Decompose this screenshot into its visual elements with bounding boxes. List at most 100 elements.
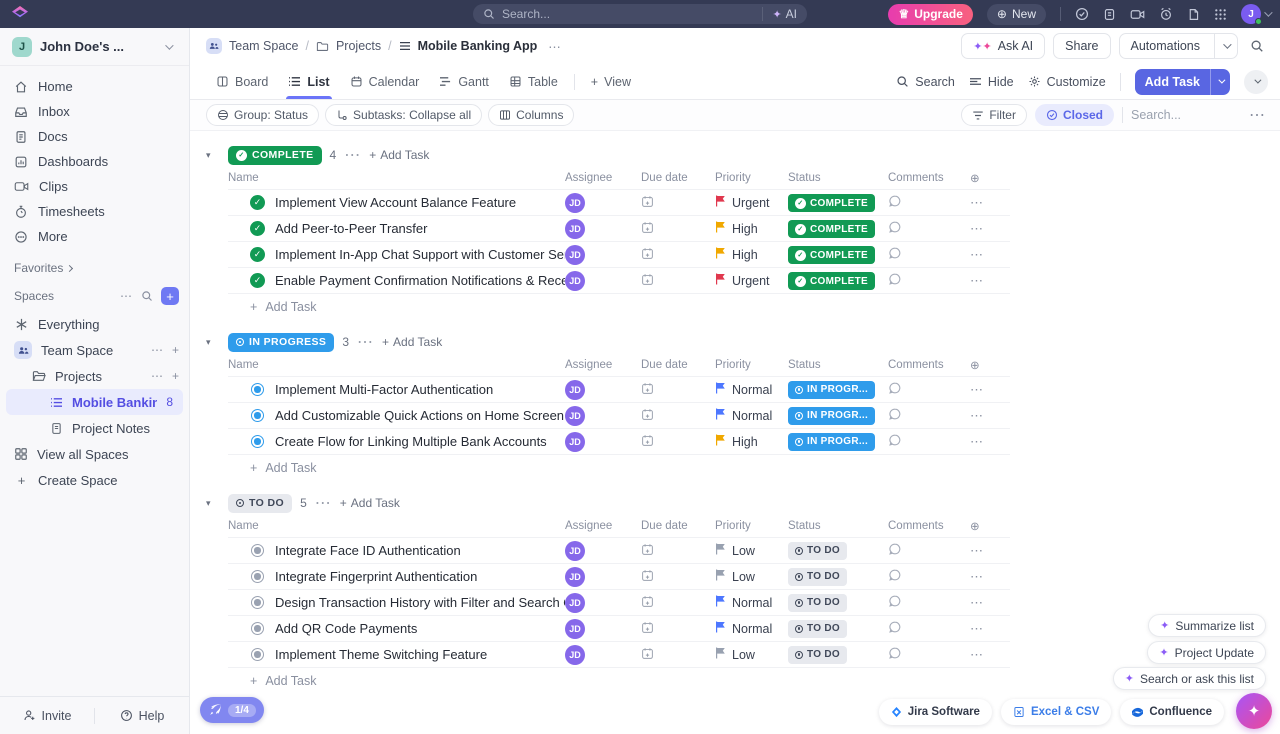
priority-cell[interactable]: Low — [715, 569, 788, 584]
clip-record-icon[interactable] — [1130, 8, 1145, 21]
jira-software-button[interactable]: Jira Software — [879, 699, 992, 725]
add-icon[interactable]: + — [172, 343, 179, 357]
more-icon[interactable]: ⋯ — [151, 369, 164, 383]
priority-cell[interactable]: Low — [715, 647, 788, 662]
due-date-icon[interactable] — [641, 248, 654, 263]
excel-csv-button[interactable]: Excel & CSV — [1001, 699, 1111, 725]
clickup-logo-icon[interactable] — [12, 6, 28, 22]
priority-cell[interactable]: High — [715, 247, 788, 262]
ai-button[interactable]: ✦AI — [762, 7, 797, 21]
task-status-todo-icon[interactable] — [250, 543, 265, 558]
row-more-icon[interactable]: ⋯ — [970, 247, 984, 263]
priority-cell[interactable]: Normal — [715, 408, 788, 423]
favorites-section[interactable]: Favorites — [0, 249, 189, 279]
sidebar-item-inbox[interactable]: Inbox — [0, 99, 189, 124]
automations-button[interactable]: Automations — [1119, 33, 1238, 59]
status-badge[interactable]: ✓COMPLETE — [788, 194, 875, 212]
reminder-clock-icon[interactable] — [1159, 7, 1173, 21]
status-badge[interactable]: IN PROGR... — [788, 433, 875, 451]
confluence-button[interactable]: Confluence — [1120, 699, 1224, 725]
row-more-icon[interactable]: ⋯ — [970, 434, 984, 450]
more-icon[interactable]: ⋯ — [151, 343, 164, 357]
notepad-icon[interactable] — [1103, 8, 1116, 21]
subtasks-pill[interactable]: Subtasks: Collapse all — [325, 104, 482, 126]
sidebar-item-home[interactable]: Home — [0, 74, 189, 99]
tab-gantt[interactable]: Gantt — [429, 64, 499, 99]
comment-icon[interactable] — [888, 196, 902, 211]
task-name[interactable]: Create Flow for Linking Multiple Bank Ac… — [275, 434, 547, 449]
column-name[interactable]: Name — [228, 359, 565, 371]
header-search-icon[interactable] — [1246, 39, 1268, 53]
task-name[interactable]: Integrate Fingerprint Authentication — [275, 569, 477, 584]
due-date-icon[interactable] — [641, 622, 654, 637]
upgrade-button[interactable]: ♕Upgrade — [888, 4, 972, 25]
column-status[interactable]: Status — [788, 520, 888, 532]
status-badge[interactable]: TO DO — [788, 646, 847, 664]
global-search-bar[interactable]: Search... ✦AI — [473, 4, 807, 24]
project-update-button[interactable]: ✦Project Update — [1147, 641, 1266, 664]
comment-icon[interactable] — [888, 409, 902, 424]
ai-fab-button[interactable]: ✦ — [1236, 693, 1272, 729]
due-date-icon[interactable] — [641, 274, 654, 289]
closed-pill[interactable]: Closed — [1035, 104, 1114, 126]
due-date-icon[interactable] — [641, 196, 654, 211]
status-badge[interactable]: TO DO — [788, 542, 847, 560]
tab-table[interactable]: Table — [499, 64, 568, 99]
row-more-icon[interactable]: ⋯ — [970, 382, 984, 398]
add-task-dropdown[interactable] — [1210, 69, 1230, 95]
doc-icon[interactable] — [1187, 8, 1200, 21]
status-badge[interactable]: ✓COMPLETE — [788, 246, 875, 264]
user-menu[interactable]: J — [1241, 4, 1270, 24]
customize-button[interactable]: Customize — [1028, 75, 1106, 89]
priority-cell[interactable]: Normal — [715, 382, 788, 397]
add-task-button[interactable]: Add Task — [1135, 69, 1230, 95]
assignee-avatar[interactable]: JD — [565, 432, 585, 452]
automations-dropdown[interactable] — [1214, 34, 1237, 58]
row-more-icon[interactable]: ⋯ — [970, 621, 984, 637]
add-column-icon[interactable]: ⊕ — [970, 519, 1010, 533]
collapse-group-icon[interactable]: ▾ — [206, 337, 220, 348]
sidebar-item-mobile-banking-app[interactable]: Mobile Banking App8 — [6, 389, 183, 415]
apps-grid-icon[interactable] — [1214, 8, 1227, 21]
priority-cell[interactable]: High — [715, 221, 788, 236]
group-by-pill[interactable]: Group: Status — [206, 104, 319, 126]
column-assignee[interactable]: Assignee — [565, 172, 641, 184]
row-more-icon[interactable]: ⋯ — [970, 273, 984, 289]
column-comments[interactable]: Comments — [888, 359, 970, 371]
task-name[interactable]: Enable Payment Confirmation Notification… — [275, 273, 565, 288]
onboarding-progress-badge[interactable]: 1/4 — [200, 697, 264, 723]
task-status-todo-icon[interactable] — [250, 647, 265, 662]
table-row[interactable]: Add QR Code PaymentsJDNormalTO DO⋯ — [228, 616, 1010, 642]
group-more-icon[interactable]: ⋯ — [344, 145, 361, 165]
priority-cell[interactable]: Urgent — [715, 195, 788, 210]
column-assignee[interactable]: Assignee — [565, 359, 641, 371]
assignee-avatar[interactable]: JD — [565, 193, 585, 213]
table-row[interactable]: Implement Theme Switching FeatureJDLowTO… — [228, 642, 1010, 668]
task-status-progress-icon[interactable] — [250, 408, 265, 423]
column-comments[interactable]: Comments — [888, 172, 970, 184]
task-name[interactable]: Implement Theme Switching Feature — [275, 647, 487, 662]
comment-icon[interactable] — [888, 622, 902, 637]
table-row[interactable]: Add Customizable Quick Actions on Home S… — [228, 403, 1010, 429]
sidebar-item-team-space[interactable]: Team Space⋯+ — [0, 337, 189, 363]
assignee-avatar[interactable]: JD — [565, 271, 585, 291]
table-row[interactable]: Design Transaction History with Filter a… — [228, 590, 1010, 616]
status-badge[interactable]: TO DO — [788, 568, 847, 586]
list-search-button[interactable]: Search — [896, 75, 955, 89]
task-name[interactable]: Implement In-App Chat Support with Custo… — [275, 247, 565, 262]
column-priority[interactable]: Priority — [715, 359, 788, 371]
comment-icon[interactable] — [888, 274, 902, 289]
column-assignee[interactable]: Assignee — [565, 520, 641, 532]
column-status[interactable]: Status — [788, 359, 888, 371]
tab-calendar[interactable]: Calendar — [340, 64, 430, 99]
sidebar-item-projects[interactable]: Projects⋯+ — [0, 363, 189, 389]
task-name[interactable]: Design Transaction History with Filter a… — [275, 595, 565, 610]
add-task-row[interactable]: +Add Task — [228, 668, 1010, 694]
priority-cell[interactable]: Low — [715, 543, 788, 558]
task-name[interactable]: Add Customizable Quick Actions on Home S… — [275, 408, 564, 423]
table-row[interactable]: Implement Multi-Factor AuthenticationJDN… — [228, 377, 1010, 403]
table-row[interactable]: ✓Enable Payment Confirmation Notificatio… — [228, 268, 1010, 294]
row-more-icon[interactable]: ⋯ — [970, 595, 984, 611]
comment-icon[interactable] — [888, 222, 902, 237]
spaces-more-icon[interactable]: ⋯ — [120, 289, 133, 303]
